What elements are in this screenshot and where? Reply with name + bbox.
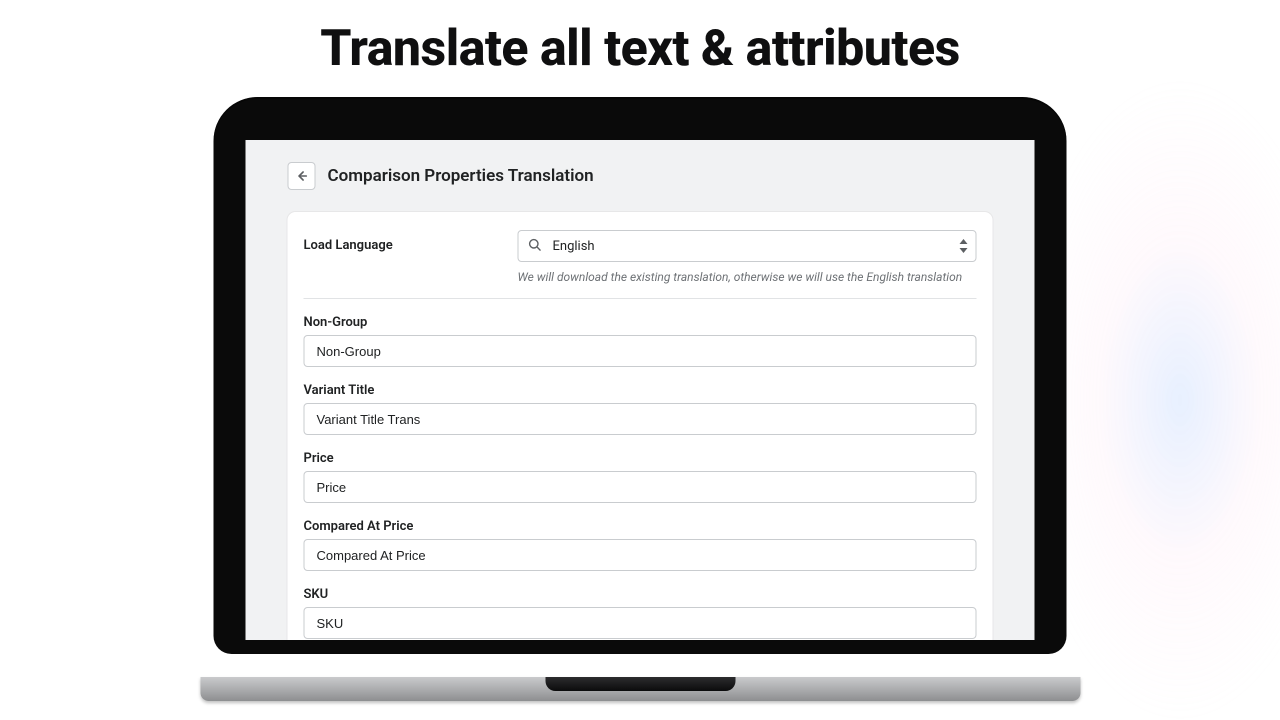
field-label: Price: [304, 451, 977, 466]
laptop-notch: [545, 677, 735, 691]
field-compared-at-price: Compared At Price: [304, 519, 977, 571]
compared-at-price-input[interactable]: [304, 539, 977, 571]
field-variant-title: Variant Title: [304, 383, 977, 435]
load-language-control: English We will download the existing tr…: [518, 230, 977, 284]
search-icon: [528, 237, 542, 256]
field-price: Price: [304, 451, 977, 503]
laptop-bezel: Comparison Properties Translation Load L…: [214, 97, 1067, 654]
field-label: SKU: [304, 587, 977, 602]
load-language-row: Load Language English: [304, 230, 977, 299]
select-updown-icon: [959, 239, 969, 253]
page-headline: Translate all text & attributes: [0, 20, 1280, 78]
sku-input[interactable]: [304, 607, 977, 639]
field-label: Compared At Price: [304, 519, 977, 534]
laptop-mockup: Comparison Properties Translation Load L…: [214, 97, 1067, 654]
field-label: Non-Group: [304, 315, 977, 330]
laptop-base: [200, 677, 1080, 701]
non-group-input[interactable]: [304, 335, 977, 367]
variant-title-input[interactable]: [304, 403, 977, 435]
page-header: Comparison Properties Translation: [288, 140, 993, 212]
language-select-value: English: [518, 230, 977, 262]
page-title: Comparison Properties Translation: [328, 166, 594, 186]
language-select[interactable]: English: [518, 230, 977, 262]
price-input[interactable]: [304, 471, 977, 503]
back-button[interactable]: [288, 162, 316, 190]
field-non-group: Non-Group: [304, 315, 977, 367]
load-language-hint: We will download the existing translatio…: [518, 270, 977, 284]
field-label: Variant Title: [304, 383, 977, 398]
arrow-left-icon: [294, 168, 310, 184]
app-root: Comparison Properties Translation Load L…: [246, 140, 1035, 640]
load-language-label: Load Language: [304, 230, 494, 253]
translation-card: Load Language English: [288, 212, 993, 640]
laptop-screen: Comparison Properties Translation Load L…: [246, 140, 1035, 640]
field-sku: SKU: [304, 587, 977, 639]
